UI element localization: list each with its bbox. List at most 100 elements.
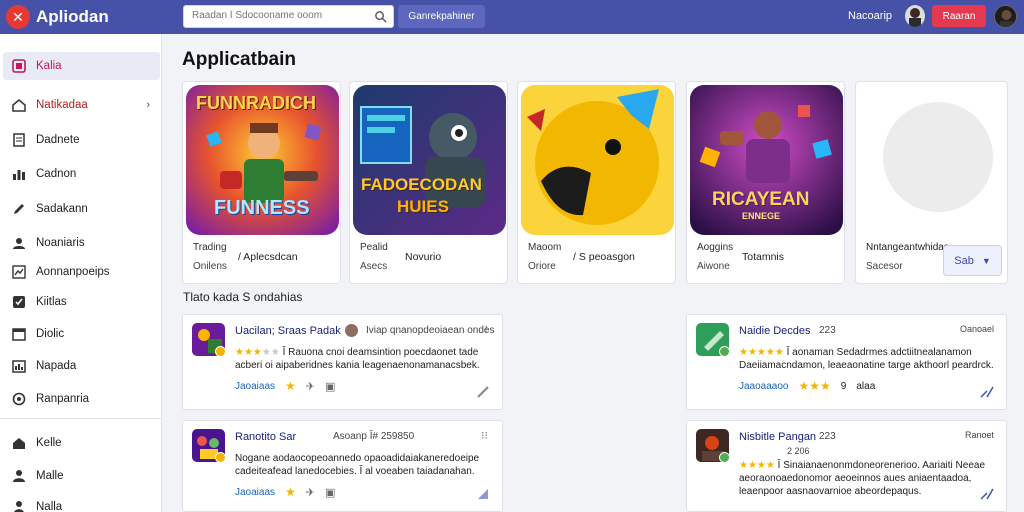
app-card[interactable]: RICAYEAN ENNEGE Aoggins Totamnis Aiwone: [686, 81, 845, 284]
sidebar-item-kiitlas[interactable]: Kiitlas: [3, 288, 160, 316]
search-icon[interactable]: [374, 10, 387, 23]
sidebar-item-natikadaa[interactable]: Natikadaa ›: [3, 91, 160, 119]
app-artwork[interactable]: FADOECODAN HUIES: [353, 85, 506, 235]
app-card[interactable]: FUNNRADICH FUNNESS Trading / Aplecsdcan …: [182, 81, 341, 284]
app-card[interactable]: Maoom / S peoasgon Oriore: [517, 81, 676, 284]
user-icon: [13, 238, 25, 249]
check-icon: [13, 296, 25, 308]
sidebar-item-dadnete[interactable]: Dadnete: [3, 126, 160, 154]
review-app-name[interactable]: Nisbitle Pangan: [739, 431, 816, 443]
review-author[interactable]: Jaaoaaaoo: [739, 381, 789, 392]
chevron-down-icon: ▼: [981, 255, 991, 266]
footer-count: 9: [840, 380, 847, 392]
trend-icon: [12, 265, 26, 279]
sidebar-item-label: Napada: [36, 360, 77, 372]
sidebar-item-label: Malle: [36, 470, 64, 482]
search-button[interactable]: Ganrekpahiner: [398, 5, 485, 28]
art-title: RICAYEAN: [712, 189, 810, 210]
sidebar-item-kelle[interactable]: Kelle: [3, 429, 160, 457]
sidebar-item-kalia[interactable]: Kalia: [3, 52, 160, 80]
section-title: Applicatbain: [182, 49, 297, 70]
sidebar-item-ranpanria[interactable]: Ranpanria: [3, 385, 160, 413]
action-button[interactable]: Raaran: [932, 5, 986, 27]
review-app-name[interactable]: Naidie Decdes: [739, 325, 811, 337]
review-footer: Jaoaiaas ★ ✈ ▣: [235, 485, 335, 499]
sidebar-item-aonnanpoeips[interactable]: Aonnanpoeips: [3, 258, 160, 286]
signal-icon[interactable]: [476, 487, 490, 501]
footer-extra: alaa: [856, 380, 876, 392]
app-card[interactable]: Nntangeantwhidas Sacesor Sab ▼: [855, 81, 1008, 284]
share-icon[interactable]: ✈: [306, 380, 315, 393]
search-input[interactable]: [192, 10, 372, 21]
review-app-name[interactable]: Uacilan; Sraas Padak: [235, 325, 341, 337]
share-icon[interactable]: ✈: [306, 486, 315, 499]
app-card[interactable]: FADOECODAN HUIES Pealid Novurio Asecs: [349, 81, 508, 284]
card-title: / S peoasgon: [573, 251, 635, 263]
more-options-icon[interactable]: ⁝⁝: [481, 323, 488, 336]
image-icon[interactable]: ▣: [325, 486, 335, 499]
edit-icon[interactable]: [980, 487, 994, 501]
card-title: Novurio: [405, 251, 442, 263]
review-author[interactable]: Jaoaiaas: [235, 487, 275, 498]
card-top-label: Trading: [193, 242, 227, 253]
sidebar-item-nalla[interactable]: Nalla: [3, 493, 160, 512]
profile-icon: [14, 501, 24, 512]
sidebar-item-label: Cadnon: [36, 168, 77, 180]
bars-icon: [12, 360, 26, 373]
sidebar-item-diolic[interactable]: Diolic: [3, 320, 160, 348]
image-icon[interactable]: ▣: [325, 380, 335, 393]
sidebar-item-label: Natikadaa: [36, 99, 88, 111]
pen-icon: [14, 204, 24, 214]
review-card[interactable]: Naidie Decdes 223 Oanoael ★★★★★ Ǐ aonama…: [686, 314, 1007, 410]
review-card[interactable]: Uacilan; Sraas Padak Iviap qnanopdeoiaea…: [182, 314, 503, 410]
sidebar-item-napada[interactable]: Napada: [3, 352, 160, 380]
app-artwork[interactable]: [521, 85, 674, 235]
card-top-label: Pealid: [360, 242, 388, 253]
card-title: / Aplecsdcan: [238, 251, 298, 263]
card-bottom-label: Oriore: [528, 261, 556, 272]
sidebar-item-label: Dadnete: [36, 134, 80, 146]
card-top-label: Aoggins: [697, 242, 734, 253]
edit-icon[interactable]: [980, 385, 994, 399]
art-subtitle: FUNNESS: [214, 197, 310, 219]
sidebar-item-cadnon[interactable]: Cadnon: [3, 160, 160, 188]
rating-stars: ★★★★★: [235, 347, 280, 358]
star-icon[interactable]: ★: [285, 485, 296, 499]
star-icon[interactable]: ★: [285, 379, 296, 393]
profile-avatar[interactable]: [994, 5, 1017, 28]
username[interactable]: Nacoarip: [848, 10, 892, 22]
review-card[interactable]: Nisbitle Pangan 223 Ranoet 2 206 ★★★★ Ǐ …: [686, 420, 1007, 512]
see-more-button[interactable]: Sab ▼: [943, 245, 1002, 276]
review-author[interactable]: Jaoaiaas: [235, 381, 275, 392]
sidebar-item-label: Sadakann: [36, 203, 88, 215]
app-logo-icon[interactable]: ✕: [6, 5, 30, 29]
sidebar-item-label: Kalia: [36, 60, 62, 72]
app-artwork[interactable]: FUNNRADICH FUNNESS: [186, 85, 339, 235]
person-icon: [13, 438, 25, 449]
user-avatar[interactable]: [905, 5, 925, 27]
verified-badge-icon: [215, 346, 226, 357]
review-footer: Jaoaiaas ★ ✈ ▣: [235, 379, 335, 393]
verified-badge-icon: [719, 452, 730, 463]
card-bottom-label: Asecs: [360, 261, 388, 272]
people-icon: [13, 470, 25, 482]
sidebar-item-malle[interactable]: Malle: [3, 462, 160, 490]
review-card[interactable]: Ranotito Sar Asoanp Ǐ# 259850 ⁝⁝ Nogane …: [182, 420, 503, 512]
card-bottom-label: Onilens: [193, 261, 227, 272]
review-text: Nogane aodaocopeoannedo opaoadidaiakaner…: [235, 453, 480, 477]
review-tag: Oanoael: [959, 324, 994, 334]
app-artwork[interactable]: RICAYEAN ENNEGE: [690, 85, 843, 235]
sidebar-item-label: Noaniaris: [36, 237, 85, 249]
sidebar-item-noaniaris[interactable]: Noaniaris: [3, 229, 160, 257]
verified-badge-icon: [719, 346, 730, 357]
card-title: Totamnis: [742, 251, 785, 263]
card-bottom-label: Aiwone: [697, 261, 730, 272]
app-artwork-placeholder: [859, 85, 1006, 235]
edit-icon[interactable]: [476, 385, 490, 399]
sidebar-item-sadakann[interactable]: Sadakann: [3, 195, 160, 223]
review-app-name[interactable]: Ranotito Sar: [235, 431, 296, 443]
grid-icon: [12, 99, 26, 112]
search-box[interactable]: [183, 5, 394, 28]
more-options-icon[interactable]: ⁝⁝: [481, 429, 488, 442]
review-tag: Ranoet: [964, 430, 994, 440]
